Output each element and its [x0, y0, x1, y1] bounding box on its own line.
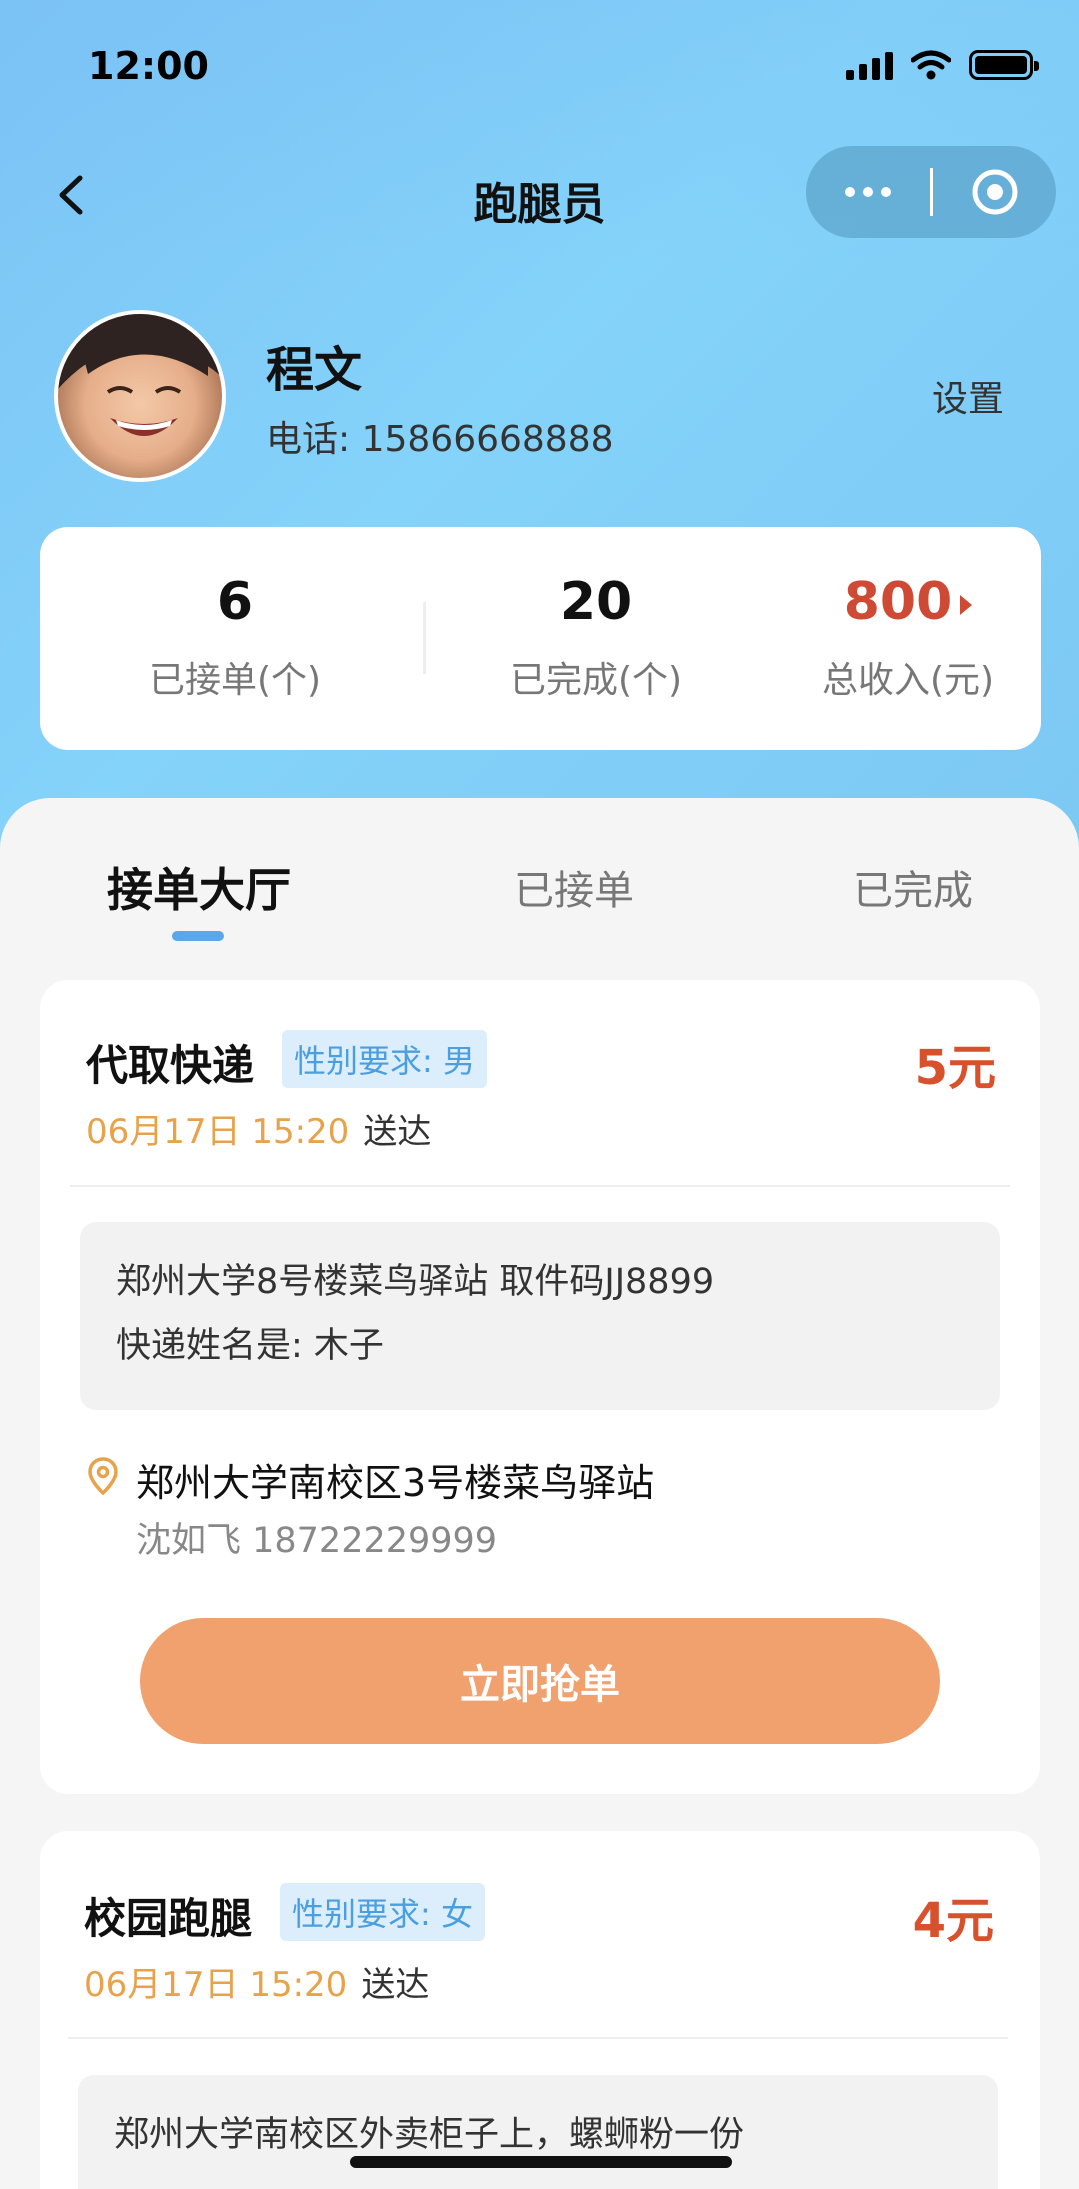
delivery-time: 06月17日 15:20 — [84, 1965, 348, 2005]
order-time: 06月17日 15:20 送达 — [84, 1957, 429, 2006]
user-phone: 电话: 15866668888 — [266, 419, 614, 460]
stat-value: 6 — [216, 572, 254, 632]
stat-completed[interactable]: 20 已完成(个) — [446, 571, 746, 703]
tab-order-hall[interactable]: 接单大厅 — [107, 854, 291, 920]
mini-program-capsule — [806, 146, 1056, 238]
order-note: 郑州大学南校区外卖柜子上，螺蛳粉一份 — [78, 2075, 998, 2189]
caret-right-icon — [960, 595, 973, 615]
stat-label: 已完成(个) — [509, 660, 683, 701]
delivery-time: 06月17日 15:20 — [86, 1112, 350, 1152]
stat-label: 已接单(个) — [148, 660, 322, 701]
active-tab-indicator — [172, 931, 224, 941]
stat-divider — [423, 602, 426, 674]
order-title: 校园跑腿 — [84, 1894, 253, 1943]
divider — [70, 1185, 1010, 1187]
order-price: 5元 — [914, 1040, 996, 1096]
order-time: 06月17日 15:20 送达 — [86, 1104, 431, 1153]
stat-value: 800 — [843, 572, 953, 632]
cellular-signal-icon — [846, 50, 893, 80]
status-bar: 12:00 — [0, 0, 1079, 130]
order-card: 校园跑腿 性别要求: 女 4元 06月17日 15:20 送达 郑州大学南校区外卖… — [40, 1831, 1040, 2189]
settings-link[interactable]: 设置 — [932, 370, 1004, 422]
close-miniprogram-icon[interactable] — [933, 167, 1056, 217]
stat-value: 20 — [559, 572, 633, 632]
location-pin-icon — [88, 1457, 118, 1496]
gender-tag: 性别要求: 女 — [280, 1883, 485, 1941]
wifi-icon — [911, 50, 951, 80]
divider — [68, 2037, 1008, 2039]
stats-card: 6 已接单(个) 20 已完成(个) 800 总收入(元) — [40, 527, 1041, 750]
gender-tag: 性别要求: 男 — [282, 1030, 487, 1088]
delivery-suffix: 送达 — [361, 1965, 430, 2005]
order-panel: 接单大厅 已接单 已完成 代取快递 性别要求: 男 5元 06月17日 15:2… — [0, 798, 1079, 2189]
stat-label: 总收入(元) — [821, 660, 995, 701]
contact-info: 沈如飞 18722229999 — [136, 1521, 498, 1561]
tab-completed[interactable]: 已完成 — [853, 858, 973, 916]
avatar[interactable] — [54, 310, 226, 482]
stat-income[interactable]: 800 总收入(元) — [758, 571, 1058, 703]
nav-bar: 跑腿员 — [0, 140, 1079, 250]
order-title: 代取快递 — [86, 1041, 255, 1090]
order-note: 郑州大学8号楼菜鸟驿站 取件码JJ8899 快递姓名是: 木子 — [80, 1222, 1000, 1410]
user-name: 程文 — [266, 342, 363, 398]
status-time: 12:00 — [88, 44, 209, 88]
order-card: 代取快递 性别要求: 男 5元 06月17日 15:20 送达 郑州大学8号楼菜鸟… — [40, 980, 1040, 1794]
stat-accepted[interactable]: 6 已接单(个) — [85, 571, 385, 703]
order-price: 4元 — [912, 1893, 994, 1949]
tab-bar: 接单大厅 已接单 已完成 — [0, 858, 1079, 948]
note-line: 快递姓名是: 木子 — [116, 1326, 384, 1366]
more-icon[interactable] — [806, 187, 930, 197]
status-icons — [846, 50, 1039, 80]
tab-accepted[interactable]: 已接单 — [514, 858, 634, 916]
grab-order-button[interactable]: 立即抢单 — [140, 1618, 940, 1744]
note-line: 郑州大学8号楼菜鸟驿站 取件码JJ8899 — [116, 1262, 715, 1302]
pickup-address: 郑州大学南校区3号楼菜鸟驿站 — [136, 1461, 655, 1505]
home-indicator — [350, 2156, 732, 2168]
delivery-suffix: 送达 — [363, 1112, 432, 1152]
battery-icon — [969, 50, 1039, 80]
